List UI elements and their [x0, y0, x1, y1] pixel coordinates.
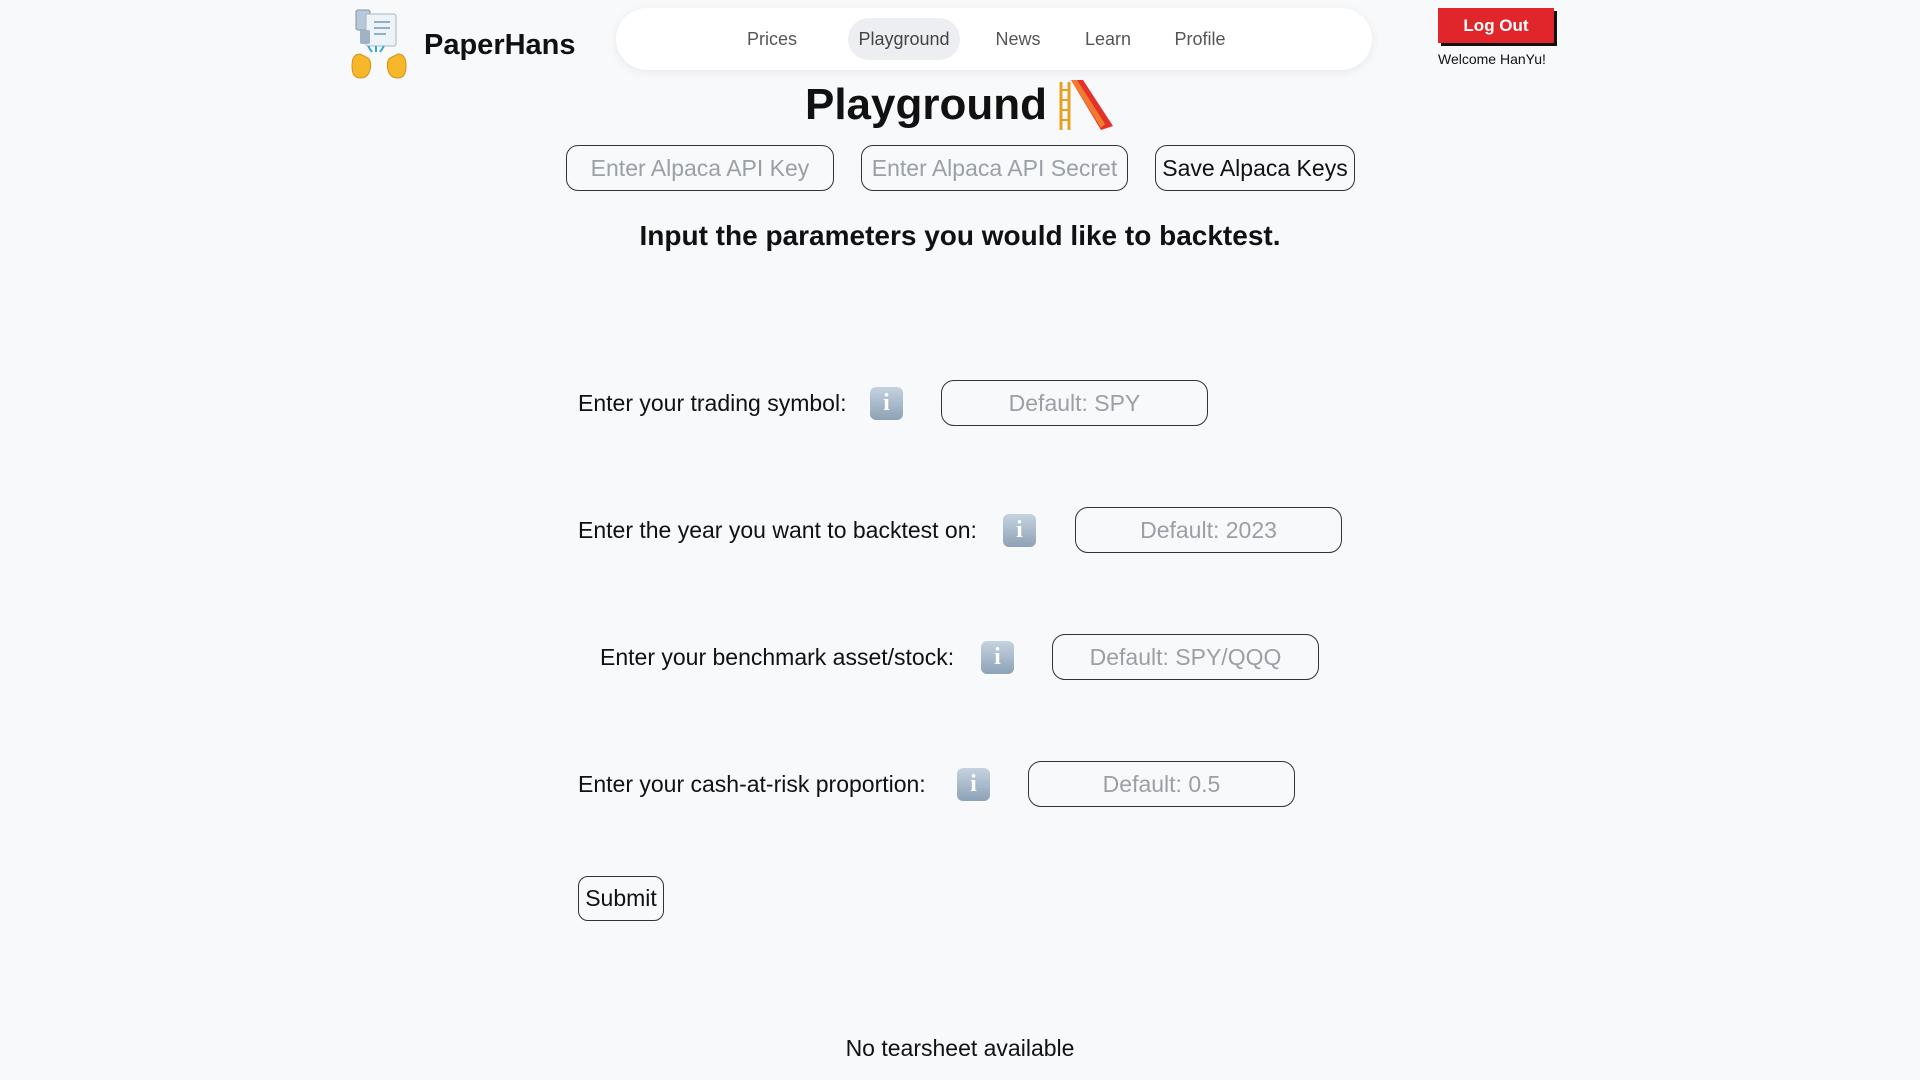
page-title: Playground — [804, 79, 1048, 129]
trading-symbol-label: Enter your trading symbol: — [578, 390, 847, 416]
playground-slide-icon — [1055, 76, 1115, 137]
trading-symbol-input[interactable] — [941, 380, 1208, 426]
nav-playground[interactable]: Playground — [848, 18, 960, 60]
backtest-year-label: Enter the year you want to backtest on: — [578, 517, 977, 543]
logout-button[interactable]: Log Out — [1438, 8, 1554, 43]
backtest-year-input[interactable] — [1075, 507, 1342, 553]
page-title-row: Playground — [0, 72, 1920, 137]
cash-at-risk-input[interactable] — [1028, 761, 1295, 807]
info-icon[interactable]: i — [981, 641, 1014, 674]
save-alpaca-keys-button[interactable]: Save Alpaca Keys — [1155, 145, 1355, 191]
cash-at-risk-label: Enter your cash-at-risk proportion: — [578, 771, 926, 797]
nav-prices[interactable]: Prices — [732, 18, 812, 60]
alpaca-api-secret-input[interactable] — [861, 145, 1128, 191]
welcome-message: Welcome HanYu! — [1438, 51, 1546, 67]
nav-news[interactable]: News — [986, 18, 1050, 60]
submit-button[interactable]: Submit — [578, 876, 664, 921]
main-nav: Prices Playground News Learn Profile — [616, 8, 1372, 70]
info-icon[interactable]: i — [1003, 514, 1036, 547]
form-heading: Input the parameters you would like to b… — [639, 220, 1281, 251]
benchmark-input[interactable] — [1052, 634, 1319, 680]
brand[interactable]: PaperHans — [350, 8, 576, 80]
tearsheet-status: No tearsheet available — [845, 1035, 1075, 1061]
alpaca-api-key-input[interactable] — [566, 145, 834, 191]
nav-profile[interactable]: Profile — [1164, 18, 1236, 60]
paper-hands-icon — [350, 8, 408, 80]
nav-learn[interactable]: Learn — [1076, 18, 1140, 60]
benchmark-label: Enter your benchmark asset/stock: — [600, 644, 955, 670]
info-icon[interactable]: i — [957, 768, 990, 801]
brand-name: PaperHans — [424, 28, 576, 61]
info-icon[interactable]: i — [870, 387, 903, 420]
